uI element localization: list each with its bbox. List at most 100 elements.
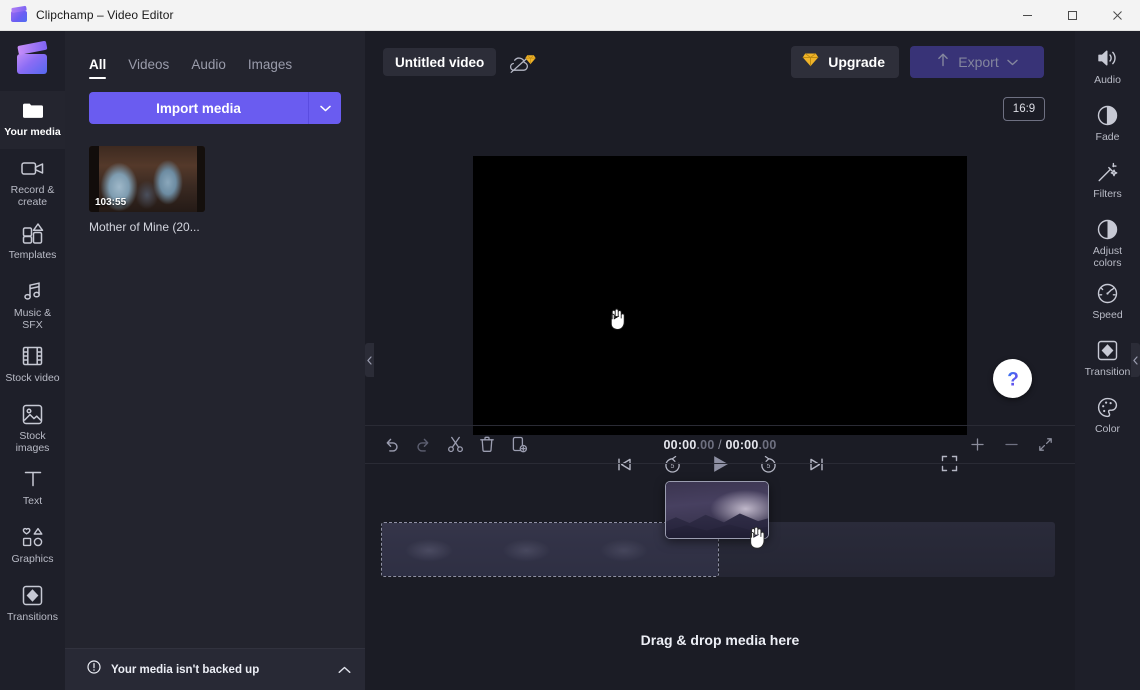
window-title: Clipchamp – Video Editor [36, 8, 174, 22]
close-icon[interactable] [1095, 0, 1140, 31]
timeline-toolbar: 00:00.00 / 00:00.00 [365, 425, 1075, 464]
tool-fade[interactable]: Fade [1075, 96, 1140, 153]
chevron-down-icon[interactable] [309, 92, 341, 124]
text-t-icon [23, 467, 43, 491]
sidebar-item-label: Graphics [11, 553, 53, 565]
chevron-down-icon[interactable] [1007, 53, 1018, 71]
sidebar-item-label: Transitions [7, 611, 58, 623]
sidebar-item-stock-images[interactable]: Stock images [0, 395, 65, 460]
aspect-ratio-button[interactable]: 16:9 [1003, 97, 1045, 121]
sidebar-item-label: Text [23, 495, 42, 507]
image-icon [22, 402, 43, 426]
preview-area: 16:9 5 [365, 94, 1075, 439]
sidebar-item-graphics[interactable]: Graphics [0, 518, 65, 576]
tab-audio[interactable]: Audio [191, 57, 226, 79]
editor-stage: Untitled video Upgrade [365, 31, 1075, 690]
fade-circle-icon [1097, 103, 1118, 127]
sidebar-item-music-sfx[interactable]: Music & SFX [0, 272, 65, 337]
help-label: ? [1007, 369, 1019, 390]
timeline-canvas[interactable]: Drag & drop media here [365, 464, 1075, 690]
upload-arrow-icon [936, 52, 950, 73]
upgrade-button[interactable]: Upgrade [791, 46, 899, 78]
tab-videos[interactable]: Videos [128, 57, 169, 79]
info-circle-icon [87, 660, 101, 679]
tool-speed[interactable]: Speed [1075, 274, 1140, 331]
half-circle-icon [1097, 217, 1118, 241]
folder-icon [22, 98, 44, 122]
music-note-icon [22, 279, 43, 303]
film-strip-icon [22, 344, 43, 368]
scissors-icon[interactable] [439, 429, 471, 461]
plus-icon[interactable] [961, 429, 993, 461]
help-button[interactable]: ? [993, 359, 1032, 398]
sidebar-item-stock-video[interactable]: Stock video [0, 337, 65, 395]
left-navigation-rail: Your media Record & create Templates Mus… [0, 31, 65, 690]
duplicate-icon[interactable] [503, 429, 535, 461]
chevron-up-icon[interactable] [338, 661, 351, 679]
upgrade-label: Upgrade [828, 54, 885, 70]
drop-hint-text: Drag & drop media here [365, 632, 1075, 648]
time-separator: / [714, 438, 725, 452]
diamond-icon [802, 51, 819, 73]
sidebar-item-record-create[interactable]: Record & create [0, 149, 65, 214]
tab-images[interactable]: Images [248, 57, 292, 79]
timeline-track-background [719, 522, 1055, 577]
media-item[interactable]: 103:55 Mother of Mine (20... [89, 146, 205, 234]
media-thumbnail: 103:55 [89, 146, 205, 212]
timeline-zoom-controls [961, 429, 1075, 461]
media-duration-badge: 103:55 [95, 197, 126, 208]
templates-icon [22, 221, 44, 245]
sidebar-item-label: Stock video [5, 372, 59, 384]
hand-cursor-icon [606, 306, 626, 332]
tool-label: Audio [1094, 74, 1121, 86]
window-titlebar: Clipchamp – Video Editor [0, 0, 1140, 31]
import-media-group: Import media [89, 92, 341, 124]
tool-audio[interactable]: Audio [1075, 39, 1140, 96]
project-toolbar: Untitled video Upgrade [365, 31, 1075, 94]
project-title-field[interactable]: Untitled video [383, 48, 496, 76]
grabbing-hand-icon [745, 524, 766, 551]
current-time: 00:00 [664, 438, 697, 452]
backup-status-bar[interactable]: Your media isn't backed up [65, 648, 365, 690]
magic-wand-icon [1097, 160, 1118, 184]
import-media-button[interactable]: Import media [89, 92, 309, 124]
minimize-icon[interactable] [1005, 0, 1050, 31]
sidebar-item-label: Record & create [3, 184, 63, 208]
clipchamp-window: Clipchamp – Video Editor Your media [0, 0, 1140, 690]
sidebar-item-transitions[interactable]: Transitions [0, 576, 65, 634]
cloud-off-icon[interactable] [508, 52, 534, 76]
sidebar-item-text[interactable]: Text [0, 460, 65, 518]
sidebar-item-your-media[interactable]: Your media [0, 91, 65, 149]
export-label: Export [958, 54, 998, 70]
sidebar-item-label: Stock images [3, 430, 63, 454]
video-canvas[interactable] [473, 156, 967, 435]
video-camera-icon [21, 156, 44, 180]
total-time: 00:00 [726, 438, 759, 452]
export-button[interactable]: Export [910, 46, 1044, 78]
shapes-icon [22, 525, 44, 549]
diamond-icon [525, 52, 536, 63]
tool-color[interactable]: Color [1075, 388, 1140, 445]
clipchamp-logo [15, 45, 51, 75]
sidebar-item-templates[interactable]: Templates [0, 214, 65, 272]
tool-adjust-colors[interactable]: Adjust colors [1075, 210, 1140, 274]
tool-label: Adjust colors [1078, 245, 1138, 269]
sidebar-item-label: Your media [4, 126, 60, 138]
minus-icon[interactable] [995, 429, 1027, 461]
clapperboard-icon [11, 7, 27, 23]
undo-arrow-icon[interactable] [375, 429, 407, 461]
redo-arrow-icon[interactable] [407, 429, 439, 461]
collapse-right-panel-button[interactable] [1131, 343, 1140, 377]
tool-label: Transition [1085, 366, 1131, 378]
tab-all[interactable]: All [89, 57, 106, 79]
total-time-ms: .00 [759, 438, 777, 452]
media-library-grid: 103:55 Mother of Mine (20... [65, 124, 365, 234]
transition-icon [1097, 338, 1118, 362]
tool-label: Filters [1093, 188, 1122, 200]
maximize-icon[interactable] [1050, 0, 1095, 31]
collapse-media-panel-button[interactable] [365, 343, 374, 377]
tool-filters[interactable]: Filters [1075, 153, 1140, 210]
fit-to-screen-icon[interactable] [1029, 429, 1061, 461]
trash-icon[interactable] [471, 429, 503, 461]
current-time-ms: .00 [697, 438, 715, 452]
